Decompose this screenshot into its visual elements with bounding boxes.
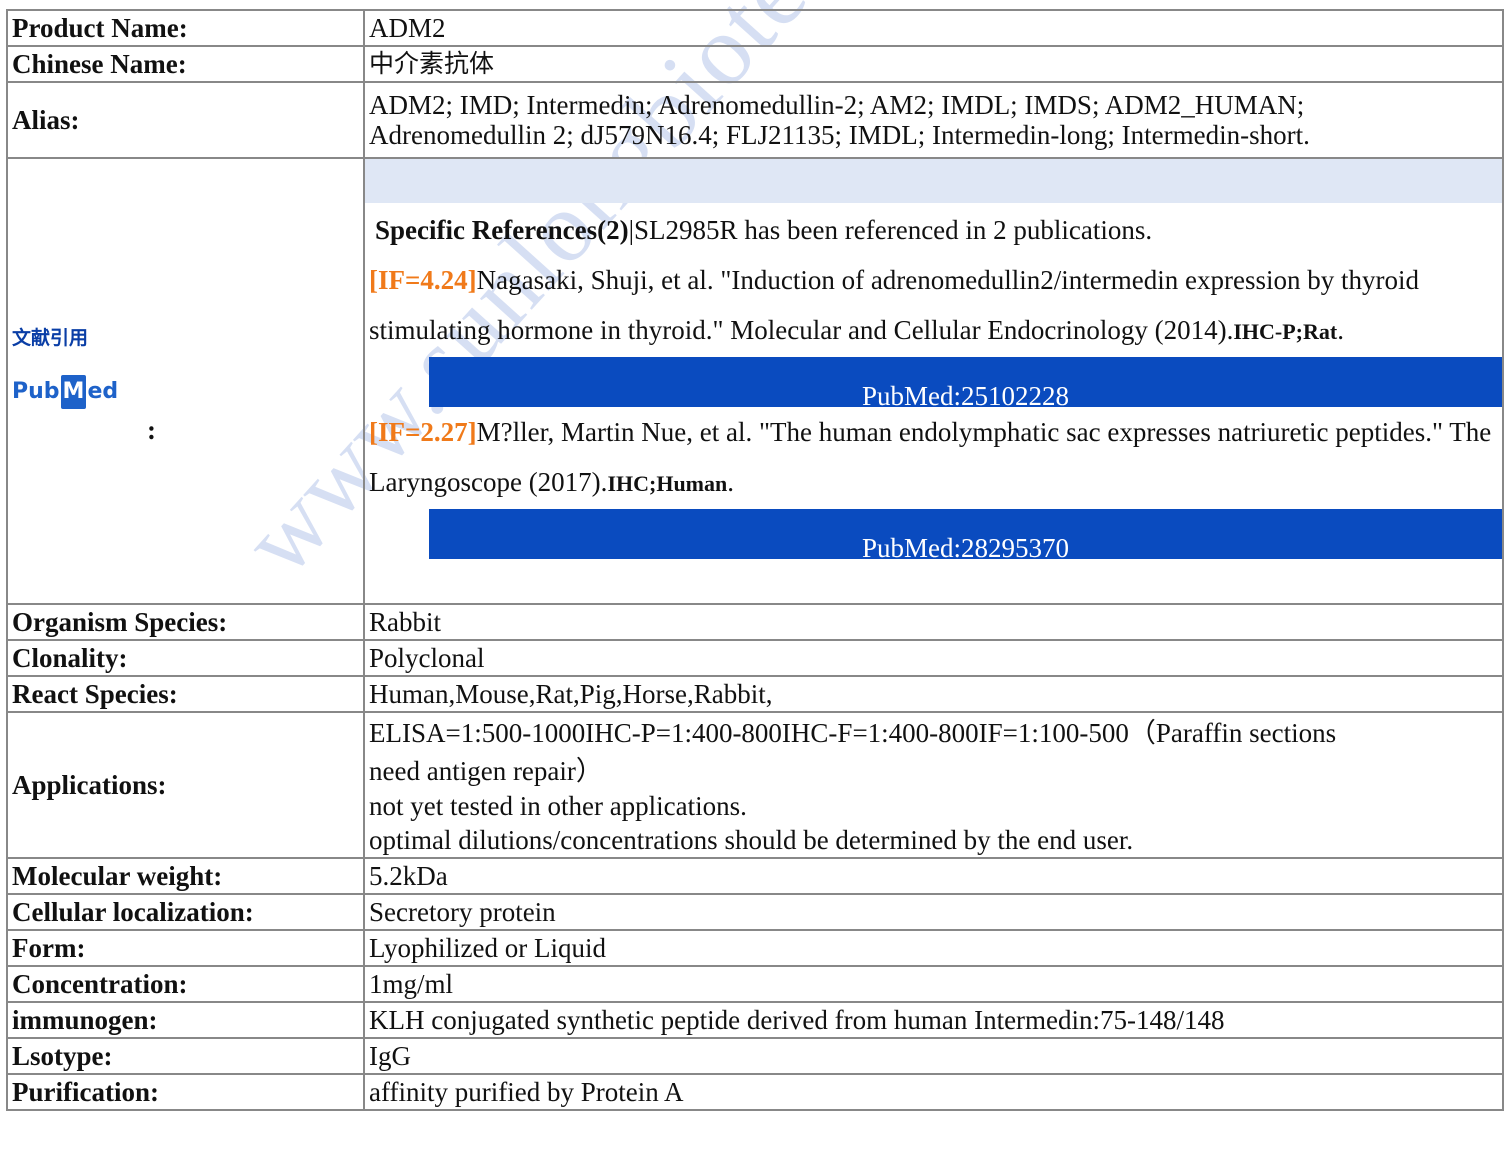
row-value: affinity purified by Protein A xyxy=(363,1073,1504,1111)
pubmed-logo: Pub Med xyxy=(12,375,118,409)
table-row: Molecular weight: 5.2kDa xyxy=(6,857,1504,895)
table-row: Purification: affinity purified by Prote… xyxy=(6,1073,1504,1111)
row-label: Concentration: xyxy=(6,965,365,1003)
alias-line: Adrenomedullin 2; dJ579N16.4; FLJ21135; … xyxy=(369,120,1310,150)
references-header: Specific References(2)|SL2985R has been … xyxy=(365,203,1502,255)
row-label: Product Name: xyxy=(6,9,365,47)
table-row: React Species: Human,Mouse,Rat,Pig,Horse… xyxy=(6,675,1504,713)
row-value: Polyclonal xyxy=(363,639,1504,677)
reference-citation: M?ller, Martin Nue, et al. "The human en… xyxy=(369,417,1492,497)
impact-factor-badge: [IF=4.24] xyxy=(369,265,477,295)
table-row: Concentration: 1mg/ml xyxy=(6,965,1504,1003)
row-label: Chinese Name: xyxy=(6,45,365,83)
table-row: Clonality: Polyclonal xyxy=(6,639,1504,677)
applications-line: not yet tested in other applications. xyxy=(369,791,747,821)
row-value: Rabbit xyxy=(363,603,1504,641)
row-label: Molecular weight: xyxy=(6,857,365,895)
table-row: Product Name: ADM2 xyxy=(6,9,1504,47)
row-label: Cellular localization: xyxy=(6,893,365,931)
row-label: Form: xyxy=(6,929,365,967)
row-value: 5.2kDa xyxy=(363,857,1504,895)
table-row: Cellular localization: Secretory protein xyxy=(6,893,1504,931)
row-value: IgG xyxy=(363,1037,1504,1075)
row-value: 1mg/ml xyxy=(363,965,1504,1003)
pubmed-link[interactable]: PubMed:28295370 xyxy=(862,533,1069,563)
applications-line: need antigen repair） xyxy=(369,756,603,786)
product-spec-table: Product Name: ADM2 Chinese Name: 中介素抗体 A… xyxy=(6,9,1504,1111)
row-value: Lyophilized or Liquid xyxy=(363,929,1504,967)
impact-factor-badge: [IF=2.27] xyxy=(369,417,477,447)
applications-line: ELISA=1:500-1000IHC-P=1:400-800IHC-F=1:4… xyxy=(369,718,1337,748)
reference-item: [IF=2.27]M?ller, Martin Nue, et al. "The… xyxy=(369,417,1492,497)
references-count: Specific References(2) xyxy=(375,215,629,245)
row-label: Lsotype: xyxy=(6,1037,365,1075)
row-value: 中介素抗体 xyxy=(363,45,1504,83)
row-value: Secretory protein xyxy=(363,893,1504,931)
row-value: Human,Mouse,Rat,Pig,Horse,Rabbit, xyxy=(363,675,1504,713)
row-label: Organism Species: xyxy=(6,603,365,641)
pubmed-link-bar: PubMed:25102228 xyxy=(429,357,1502,411)
pubmed-link-bar: PubMed:28295370 xyxy=(429,509,1502,563)
reference-item: [IF=4.24]Nagasaki, Shuji, et al. "Induct… xyxy=(369,265,1419,345)
row-value: KLH conjugated synthetic peptide derived… xyxy=(363,1001,1504,1039)
alias-value: ADM2; IMD; Intermedin; Adrenomedullin-2;… xyxy=(363,81,1504,159)
table-row: Chinese Name: 中介素抗体 xyxy=(6,45,1504,83)
table-row: Organism Species: Rabbit xyxy=(6,603,1504,641)
reference-tags: IHC;Human xyxy=(607,471,728,496)
row-label: Applications: xyxy=(6,711,365,859)
table-row: Applications: ELISA=1:500-1000IHC-P=1:40… xyxy=(6,711,1504,859)
references-label: 文献引用 Pub Med : xyxy=(8,321,363,445)
table-row: Form: Lyophilized or Liquid xyxy=(6,929,1504,967)
row-label: Purification: xyxy=(6,1073,365,1111)
alias-line: ADM2; IMD; Intermedin; Adrenomedullin-2;… xyxy=(369,90,1305,120)
reference-tags: IHC-P;Rat xyxy=(1233,319,1338,344)
literature-citation-title: 文献引用 xyxy=(12,327,89,349)
table-row: Alias: ADM2; IMD; Intermedin; Adrenomedu… xyxy=(6,81,1504,159)
references-summary: |SL2985R has been referenced in 2 public… xyxy=(628,215,1153,245)
applications-value: ELISA=1:500-1000IHC-P=1:400-800IHC-F=1:4… xyxy=(363,711,1504,859)
row-value: ADM2 xyxy=(363,9,1504,47)
row-label: Clonality: xyxy=(6,639,365,677)
row-label: React Species: xyxy=(6,675,365,713)
table-row: Lsotype: IgG xyxy=(6,1037,1504,1075)
label-colon: : xyxy=(147,415,156,445)
pubmed-m-icon: M xyxy=(60,375,87,409)
references-header-band xyxy=(365,159,1502,203)
references-row: 文献引用 Pub Med : Specific References(2)|SL2… xyxy=(6,157,1504,605)
row-label: immunogen: xyxy=(6,1001,365,1039)
applications-line: optimal dilutions/concentrations should … xyxy=(369,825,1134,855)
table-row: immunogen: KLH conjugated synthetic pept… xyxy=(6,1001,1504,1039)
references-label-cell: 文献引用 Pub Med : xyxy=(6,157,365,605)
references-cell: Specific References(2)|SL2985R has been … xyxy=(363,157,1504,605)
row-label: Alias: xyxy=(6,81,365,159)
